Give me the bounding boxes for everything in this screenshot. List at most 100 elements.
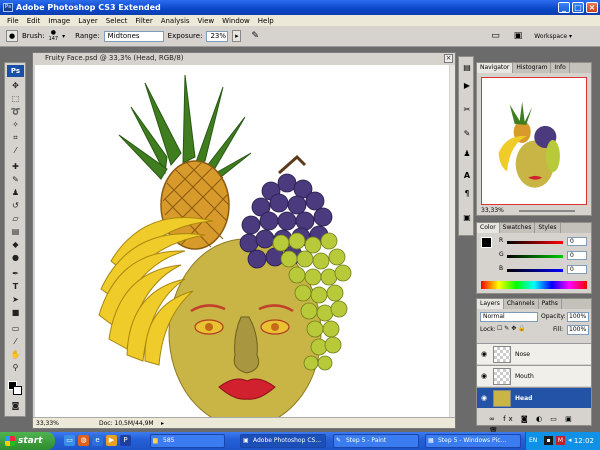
tool-preset-picker[interactable]: ● — [6, 30, 18, 42]
photoshop-app-icon[interactable]: Ps — [3, 3, 13, 12]
close-button[interactable]: × — [586, 2, 598, 13]
document-vertical-scrollbar[interactable] — [450, 65, 455, 417]
slider-b[interactable] — [507, 269, 563, 272]
task-585[interactable]: ▆ 585 — [150, 434, 225, 448]
brushes-panel-icon[interactable]: ✎ — [462, 129, 472, 139]
tool-presets-icon[interactable]: ✂ — [462, 105, 472, 115]
path-selection-tool-icon[interactable]: ➤ — [9, 295, 22, 305]
new-group-icon[interactable]: ▭ — [550, 415, 560, 423]
lasso-tool-icon[interactable]: ➰ — [9, 107, 22, 117]
blur-tool-icon[interactable]: ◆ — [9, 240, 22, 250]
history-brush-tool-icon[interactable]: ↺ — [9, 201, 22, 211]
tab-paths[interactable]: Paths — [539, 299, 562, 309]
marquee-tool-icon[interactable]: ⬚ — [9, 94, 22, 104]
ie-icon[interactable]: e — [92, 435, 103, 446]
dodge-tool-icon[interactable]: ● — [9, 253, 22, 263]
link-layers-icon[interactable]: ∞ — [489, 415, 498, 423]
clock[interactable]: 12:02 — [574, 437, 594, 445]
visibility-eye-icon[interactable]: ◉ — [481, 394, 487, 402]
layer-row-head[interactable]: ◉ Head — [477, 387, 591, 408]
tab-color[interactable]: Color — [477, 223, 500, 233]
layer-row-mouth[interactable]: ◉ Mouth — [477, 365, 591, 386]
menu-select[interactable]: Select — [102, 17, 132, 25]
background-color-swatch[interactable] — [13, 386, 22, 395]
lock-icons[interactable]: ☐ ✎ ✥ 🔒 — [497, 325, 526, 332]
exposure-input[interactable]: 23% — [206, 30, 229, 42]
start-button[interactable]: start — [0, 432, 55, 450]
status-menu-arrow-icon[interactable]: ▸ — [161, 418, 164, 429]
paragraph-panel-icon[interactable]: ¶ — [462, 189, 472, 199]
menu-layer[interactable]: Layer — [74, 17, 102, 25]
character-panel-icon[interactable]: A — [462, 171, 472, 181]
navigator-zoom[interactable]: 33,33% — [481, 207, 504, 214]
exposure-slider-toggle[interactable]: ▸ — [232, 30, 242, 42]
eyedropper2-tool-icon[interactable]: ⁄ — [9, 337, 22, 347]
task-photoshop[interactable]: ▣ Adobe Photoshop CS... — [240, 434, 326, 448]
history-panel-icon[interactable]: ▤ — [462, 63, 472, 73]
menu-help[interactable]: Help — [254, 17, 278, 25]
input-r[interactable]: 0 — [567, 237, 587, 246]
document-title-bar[interactable]: Fruity Face.psd @ 33,3% (Head, RGB/8) × — [33, 53, 455, 64]
fill-input[interactable]: 100% — [567, 325, 589, 335]
menu-filter[interactable]: Filter — [131, 17, 156, 25]
gradient-tool-icon[interactable]: ▤ — [9, 227, 22, 237]
color-foreground-swatch[interactable] — [481, 237, 492, 248]
document-close-icon[interactable]: × — [444, 54, 453, 63]
quick-mask-icon[interactable]: ◙ — [9, 401, 22, 411]
clone-source-icon[interactable]: ♟ — [462, 149, 472, 159]
adjustment-layer-icon[interactable]: ◐ — [536, 415, 545, 423]
layer-style-icon[interactable]: fx — [503, 415, 516, 423]
menu-edit[interactable]: Edit — [23, 17, 45, 25]
tab-info[interactable]: Info — [551, 63, 570, 73]
brush-tool-icon[interactable]: ✎ — [9, 175, 22, 185]
tab-channels[interactable]: Channels — [504, 299, 539, 309]
zoom-tool-icon[interactable]: ⚲ — [9, 363, 22, 373]
slider-r[interactable] — [507, 241, 563, 244]
tab-swatches[interactable]: Swatches — [500, 223, 536, 233]
menu-file[interactable]: File — [3, 17, 23, 25]
bridge-icon[interactable]: ▣ — [514, 31, 523, 41]
navigator-preview[interactable] — [481, 77, 587, 205]
opacity-input[interactable]: 100% — [567, 312, 589, 322]
tray-alert-icon[interactable]: M — [556, 436, 565, 445]
new-layer-icon[interactable]: ▣ — [565, 415, 575, 423]
input-g[interactable]: 0 — [567, 251, 587, 260]
magic-wand-tool-icon[interactable]: ✧ — [9, 120, 22, 130]
healing-brush-tool-icon[interactable]: ✚ — [9, 162, 22, 172]
layer-mask-icon[interactable]: ◙ — [521, 415, 531, 423]
layer-row-nose[interactable]: ◉ Nose — [477, 343, 591, 364]
actions-panel-icon[interactable]: ▶ — [462, 81, 472, 91]
type-tool-icon[interactable]: T — [9, 282, 22, 292]
slider-g[interactable] — [507, 255, 563, 258]
crop-tool-icon[interactable]: ⌗ — [9, 133, 22, 143]
show-desktop-icon[interactable]: ▭ — [64, 435, 75, 446]
task-picture-viewer[interactable]: ▦ Step 5 - Windows Pic... — [425, 434, 521, 448]
color-spectrum-bar[interactable] — [481, 281, 587, 289]
eraser-tool-icon[interactable]: ▱ — [9, 214, 22, 224]
tab-layers[interactable]: Layers — [477, 299, 504, 309]
eyedropper-tool-icon[interactable]: ⁄ — [9, 146, 22, 156]
document-info[interactable]: Doc: 10,5M/44,9M — [99, 418, 154, 429]
workspace-menu[interactable]: Workspace ▾ — [534, 33, 572, 40]
navigator-zoom-slider[interactable] — [519, 210, 575, 212]
tab-styles[interactable]: Styles — [535, 223, 561, 233]
menu-analysis[interactable]: Analysis — [157, 17, 194, 25]
shape-tool-icon[interactable]: ■ — [9, 308, 22, 318]
firefox-icon[interactable]: ◍ — [78, 435, 89, 446]
tray-status-icon[interactable]: ◂ — [568, 436, 572, 445]
menu-view[interactable]: View — [194, 17, 219, 25]
title-bar[interactable]: Ps Adobe Photoshop CS3 Extended _ □ × — [0, 0, 600, 15]
media-player-icon[interactable]: ▶ — [106, 435, 117, 446]
tray-app-icon[interactable]: ▪ — [544, 436, 553, 445]
hand-tool-icon[interactable]: ✋ — [9, 350, 22, 360]
language-indicator[interactable]: EN — [529, 432, 537, 450]
move-tool-icon[interactable]: ✥ — [9, 81, 22, 91]
clone-stamp-tool-icon[interactable]: ♟ — [9, 188, 22, 198]
range-select[interactable]: Midtones — [103, 30, 164, 42]
menu-image[interactable]: Image — [44, 17, 74, 25]
visibility-eye-icon[interactable]: ◉ — [481, 350, 487, 358]
notes-tool-icon[interactable]: ▭ — [9, 324, 22, 334]
minimize-button[interactable]: _ — [558, 2, 570, 13]
photoshop-quicklaunch-icon[interactable]: P — [120, 435, 131, 446]
menu-window[interactable]: Window — [218, 17, 254, 25]
